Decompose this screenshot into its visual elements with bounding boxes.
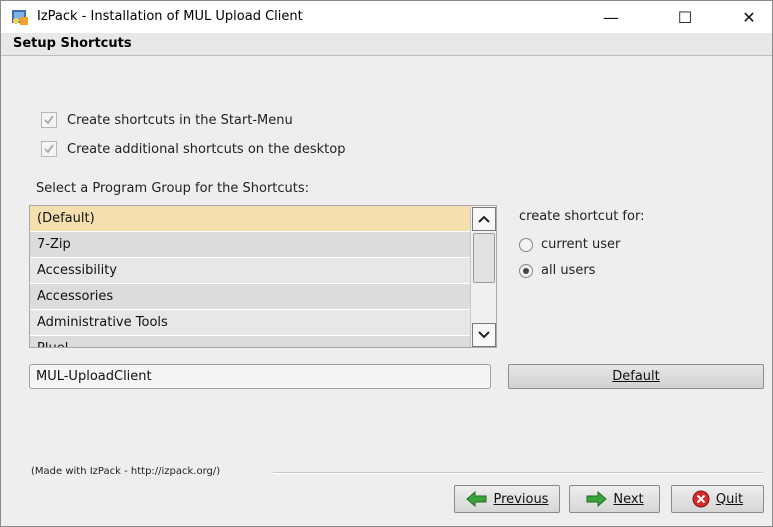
startmenu-checkbox-label: Create shortcuts in the Start-Menu (67, 112, 293, 128)
maximize-icon: ☐ (677, 7, 693, 27)
current-user-radio-row[interactable]: current user (519, 237, 620, 252)
all-users-radio[interactable] (519, 263, 533, 278)
startmenu-checkbox-row[interactable]: Create shortcuts in the Start-Menu (41, 112, 293, 128)
close-icon: ✕ (742, 7, 756, 27)
maximize-button[interactable]: ☐ (662, 1, 708, 33)
quit-button-label: Quit (715, 491, 744, 507)
panel-header: Setup Shortcuts (1, 33, 772, 56)
list-item[interactable]: Accessibility (30, 258, 470, 284)
minimize-icon: — (603, 7, 619, 27)
footer-divider (273, 472, 763, 474)
shortcut-for-label: create shortcut for: (519, 209, 645, 224)
current-user-radio[interactable] (519, 237, 533, 252)
arrow-left-icon (465, 491, 487, 507)
izpack-app-icon (11, 8, 29, 26)
chevron-down-icon (478, 331, 490, 339)
program-group-list[interactable]: (Default) 7-Zip Accessibility Accessorie… (29, 205, 497, 348)
program-group-label: Select a Program Group for the Shortcuts… (36, 181, 310, 196)
installer-window: IzPack - Installation of MUL Upload Clie… (0, 0, 773, 527)
stop-icon (692, 490, 710, 508)
desktop-checkbox-label: Create additional shortcuts on the deskt… (67, 141, 346, 157)
window-title: IzPack - Installation of MUL Upload Clie… (37, 9, 303, 24)
desktop-checkbox[interactable] (41, 141, 57, 157)
scroll-up-button[interactable] (472, 207, 496, 231)
desktop-checkbox-row[interactable]: Create additional shortcuts on the deskt… (41, 141, 345, 157)
startmenu-checkbox[interactable] (41, 112, 57, 128)
list-item[interactable]: Administrative Tools (30, 310, 470, 336)
scroll-thumb[interactable] (473, 233, 495, 283)
chevron-up-icon (478, 215, 490, 223)
checkmark-icon (44, 115, 54, 125)
all-users-label: all users (541, 263, 596, 278)
quit-button[interactable]: Quit (671, 485, 764, 513)
program-group-input[interactable] (29, 364, 491, 389)
list-item[interactable]: Accessories (30, 284, 470, 310)
arrow-right-icon (586, 491, 608, 507)
close-button[interactable]: ✕ (726, 1, 772, 33)
made-with-izpack-text: (Made with IzPack - http://izpack.org/) (31, 466, 221, 477)
checkmark-icon (44, 144, 54, 154)
current-user-label: current user (541, 237, 621, 252)
previous-button[interactable]: Previous (454, 485, 560, 513)
title-bar: IzPack - Installation of MUL Upload Clie… (1, 1, 772, 33)
list-scrollbar[interactable] (470, 206, 496, 347)
default-button[interactable]: Default (508, 364, 764, 389)
previous-button-label: Previous (493, 491, 549, 507)
panel-title: Setup Shortcuts (13, 36, 132, 51)
minimize-button[interactable]: — (588, 1, 634, 33)
list-item[interactable]: Pluel (30, 336, 470, 347)
next-button-label: Next (613, 491, 644, 507)
program-group-items: (Default) 7-Zip Accessibility Accessorie… (30, 206, 470, 347)
all-users-radio-row[interactable]: all users (519, 263, 595, 278)
default-button-label: Default (612, 369, 660, 384)
list-item[interactable]: (Default) (30, 206, 470, 232)
next-button[interactable]: Next (569, 485, 660, 513)
list-item[interactable]: 7-Zip (30, 232, 470, 258)
scroll-down-button[interactable] (472, 323, 496, 347)
